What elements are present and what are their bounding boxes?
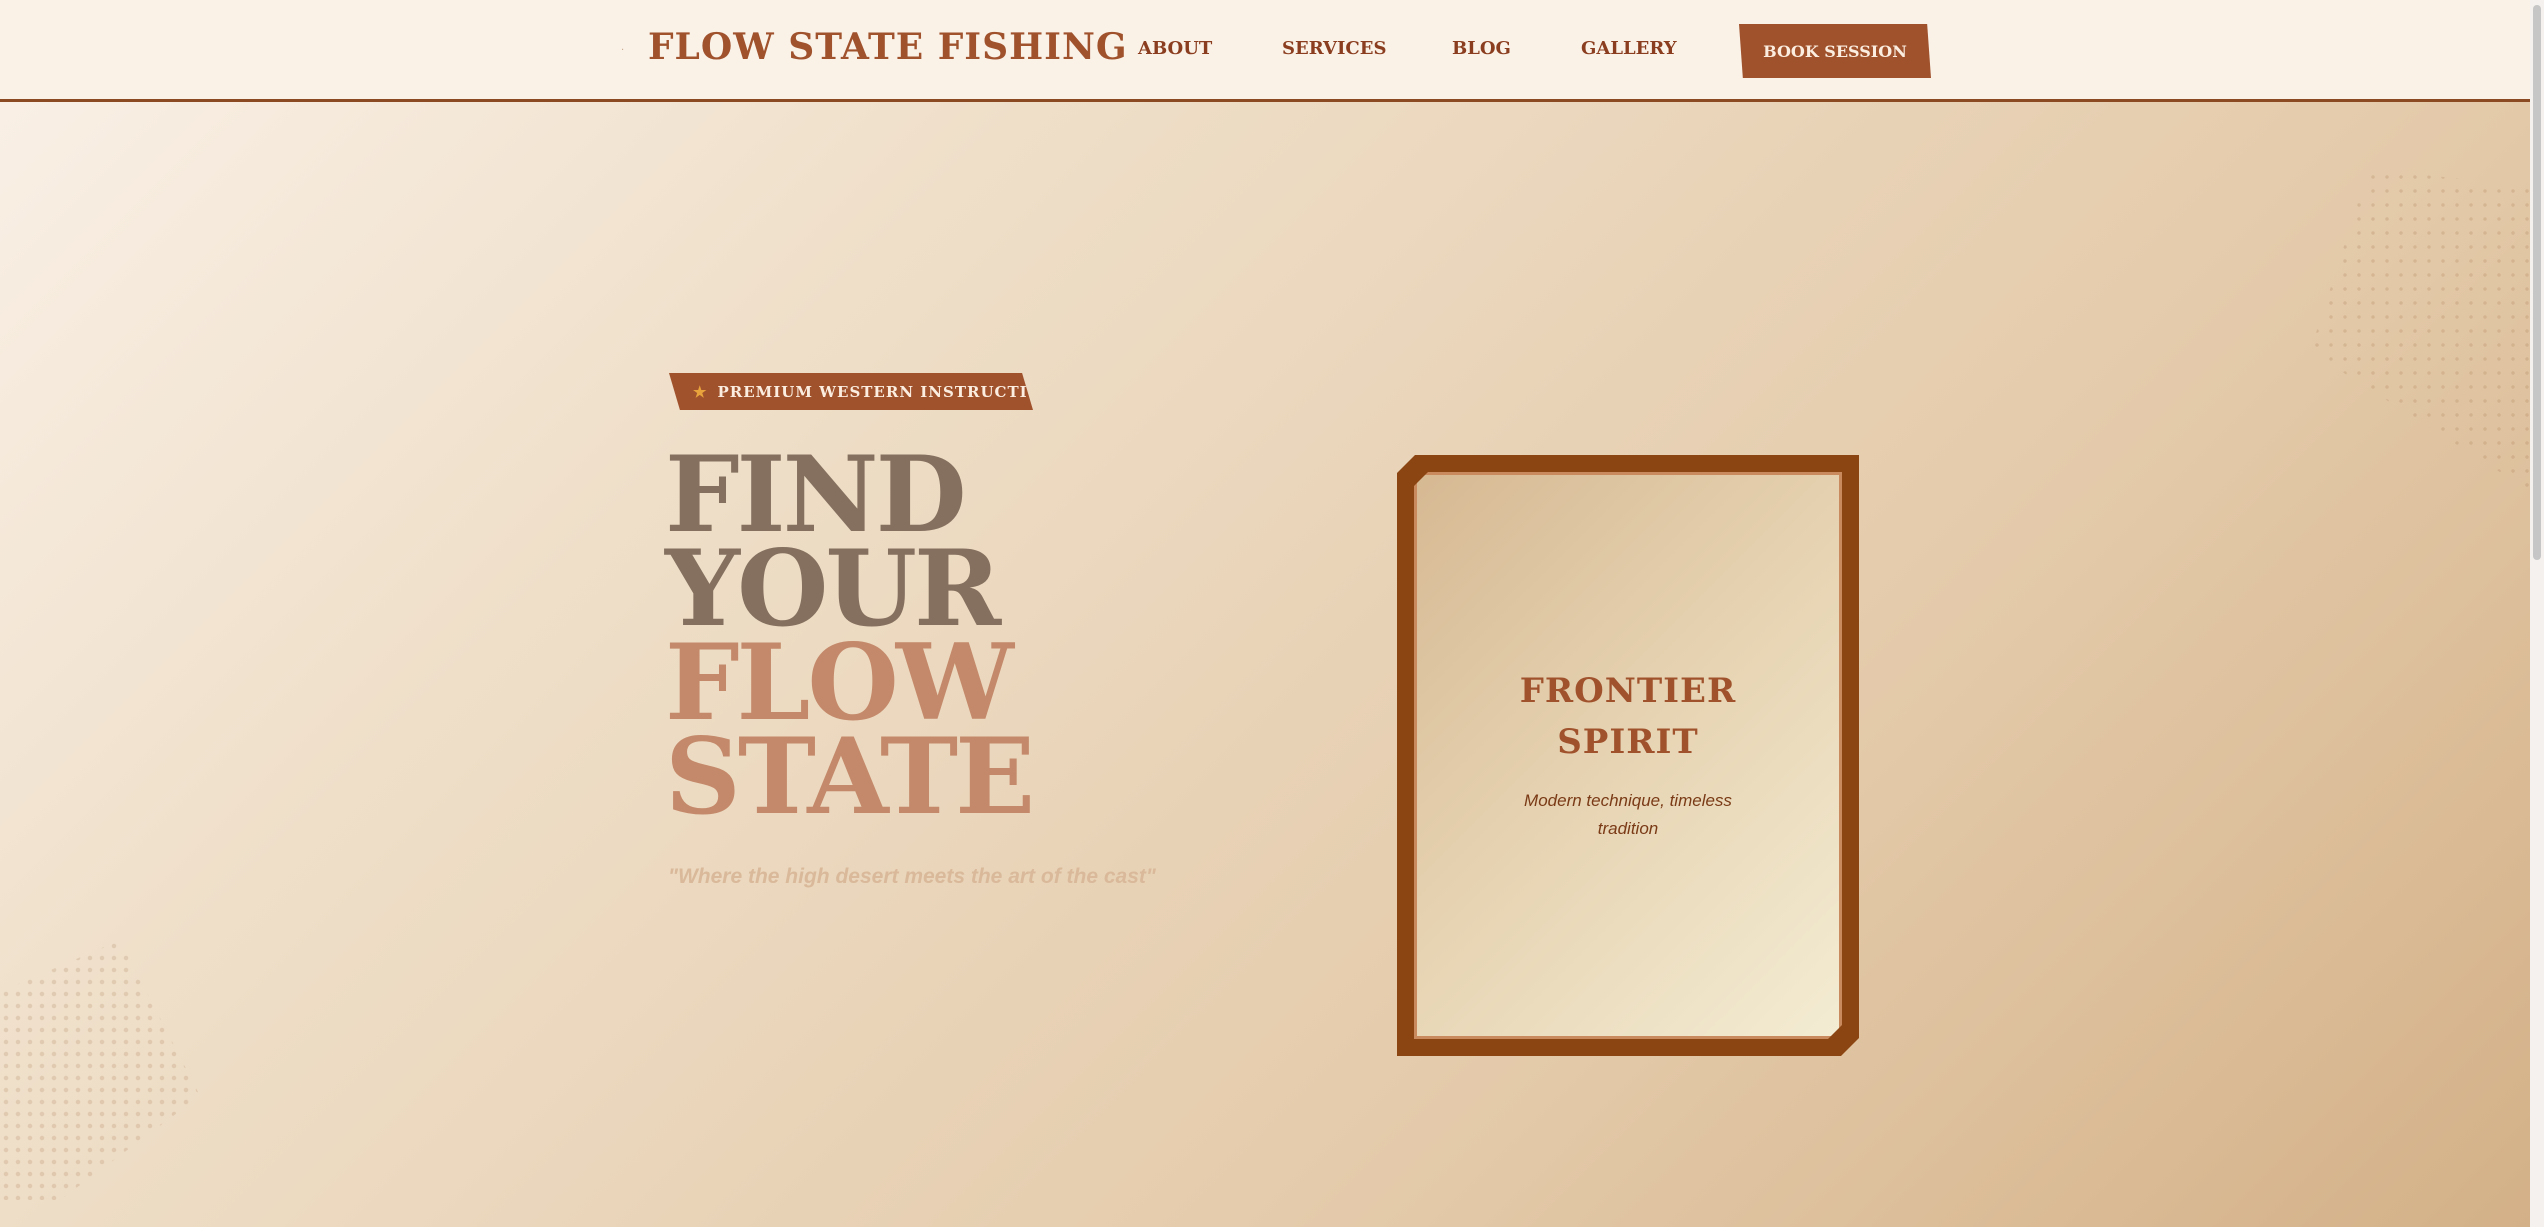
feature-card-subtitle: Modern technique, timeless tradition	[1510, 787, 1746, 843]
nav-gallery[interactable]: GALLERY	[1581, 38, 1677, 59]
hero-quote: "Where the high desert meets the art of …	[668, 865, 1156, 888]
feature-card-title-line: FRONTIER	[1519, 671, 1737, 711]
site-header: · FLOW STATE FISHING ABOUT SERVICES BLOG…	[0, 0, 2530, 102]
brand-mark: ·	[621, 45, 625, 56]
headline-line-4: STATE	[665, 714, 1035, 838]
feature-card-title: FRONTIER SPIRIT	[1414, 666, 1842, 768]
brand-logo-link[interactable]: FLOW STATE FISHING	[648, 26, 1128, 68]
scrollbar-thumb[interactable]	[2533, 5, 2541, 560]
feature-card-subtitle-line: Modern technique, timeless	[1524, 791, 1732, 810]
nav-services[interactable]: SERVICES	[1282, 38, 1386, 59]
dot-pattern-decoration	[0, 940, 200, 1200]
dot-pattern-decoration	[2310, 170, 2544, 500]
book-session-button[interactable]: BOOK SESSION	[1739, 24, 1931, 78]
nav-about[interactable]: ABOUT	[1138, 38, 1212, 59]
hero-tag-label: PREMIUM WESTERN INSTRUCTION	[717, 382, 1057, 401]
hero-tag: ★ PREMIUM WESTERN INSTRUCTION	[669, 373, 1033, 410]
nav-blog[interactable]: BLOG	[1452, 38, 1511, 59]
feature-card-title-line: SPIRIT	[1557, 722, 1699, 762]
star-icon: ★	[693, 382, 708, 401]
feature-card-subtitle-line: tradition	[1597, 819, 1659, 838]
